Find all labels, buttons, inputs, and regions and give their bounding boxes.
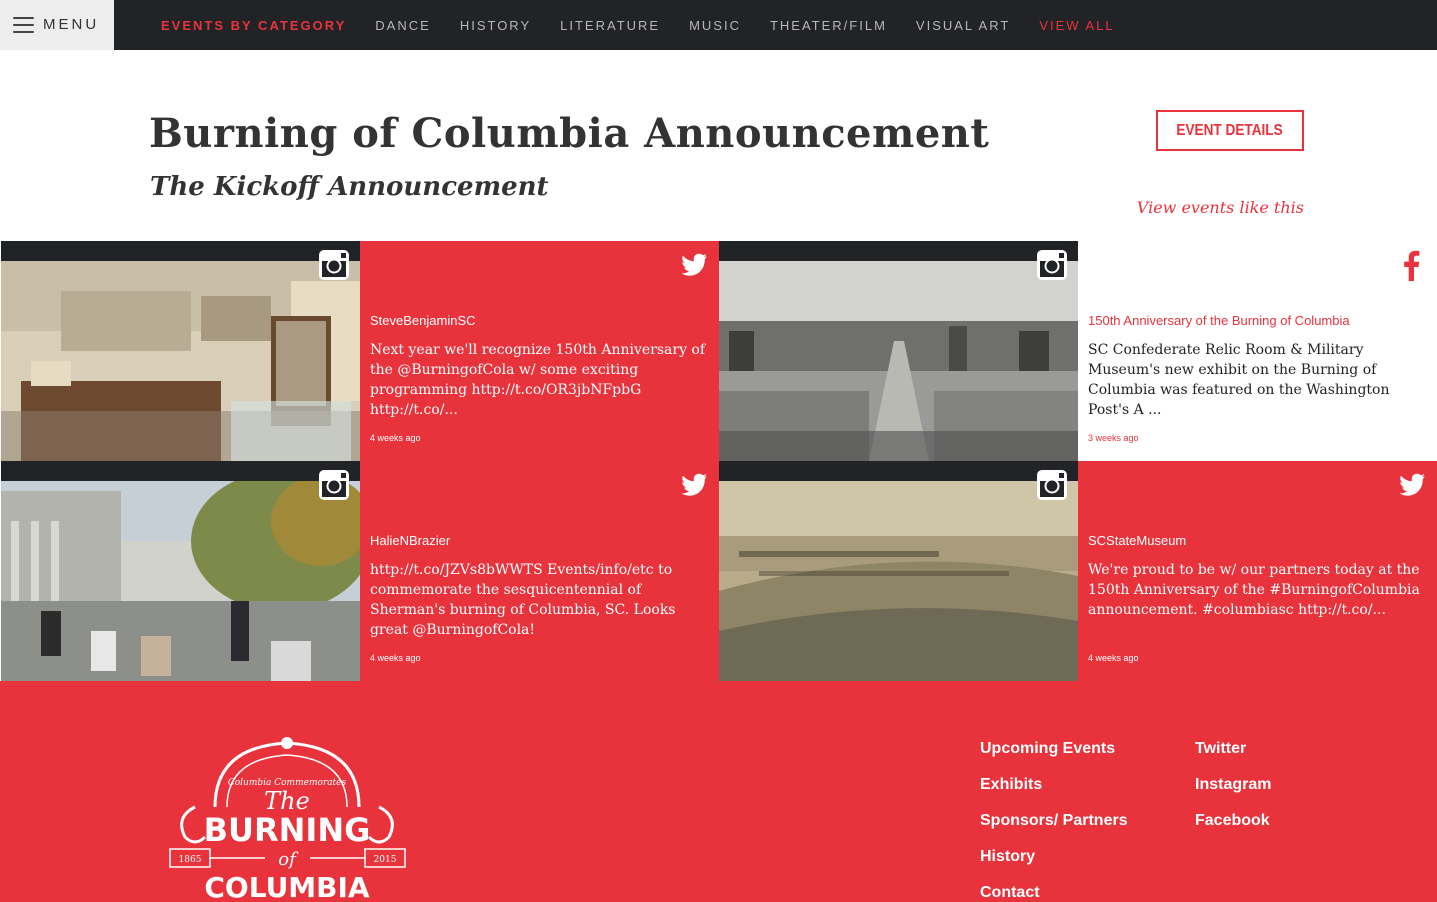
nav-history[interactable]: HISTORY [460,18,531,33]
facebook-post[interactable]: 150th Anniversary of the Burning of Colu… [1078,241,1437,461]
historic-engraving-photo [719,481,1078,681]
twitter-icon[interactable] [677,469,709,501]
footer-links-site: Upcoming Events Exhibits Sponsors/ Partn… [980,741,1128,902]
press-event-photo [1,481,360,681]
instagram-post[interactable] [719,241,1078,461]
twitter-icon[interactable] [677,249,709,281]
post-author[interactable]: HalieNBrazier [370,533,450,548]
instagram-icon[interactable] [318,469,350,501]
nav-visual-art[interactable]: VISUAL ART [916,18,1010,33]
logo-columbia: COLUMBIA [204,871,370,902]
post-timestamp: 3 weeks ago [1088,433,1139,443]
event-details-label: EVENT DETAILS [1176,121,1284,139]
post-body: Next year we'll recognize 150th Annivers… [370,342,706,418]
nav-music[interactable]: MUSIC [689,18,741,33]
ruins-historic-photo [719,261,1078,461]
instagram-icon[interactable] [318,249,350,281]
page-subtitle: The Kickoff Announcement [150,172,549,202]
menu-label: MENU [43,16,100,33]
logo-year-left: 1865 [179,855,202,865]
nav-events-by-category[interactable]: EVENTS BY CATEGORY [161,18,346,33]
burning-of-columbia-logo[interactable]: Columbia Commemorates The BURNING 1865 2… [165,737,410,902]
logo-burning: BURNING [204,811,371,849]
post-author[interactable]: 150th Anniversary of the Burning of Colu… [1088,313,1350,328]
twitter-icon[interactable] [1395,469,1427,501]
post-body: We're proud to be w/ our partners today … [1088,562,1420,618]
logo-of: of [278,849,299,870]
post-timestamp: 4 weeks ago [370,653,421,663]
nav-theater-film[interactable]: THEATER/FILM [770,18,887,33]
museum-exhibit-photo [1,261,360,461]
facebook-icon[interactable] [1401,249,1421,281]
category-nav: EVENTS BY CATEGORY DANCE HISTORY LITERAT… [161,0,1144,50]
post-body: http://t.co/JZVs8bWWTS Events/info/etc t… [370,562,676,638]
footer-link-twitter[interactable]: Twitter [1195,741,1271,777]
footer-link-sponsors-partners[interactable]: Sponsors/ Partners [980,813,1128,849]
footer-link-facebook[interactable]: Facebook [1195,813,1271,849]
event-details-button[interactable]: EVENT DETAILS [1156,110,1304,151]
footer-link-history[interactable]: History [980,849,1128,885]
footer-link-contact[interactable]: Contact [980,885,1128,902]
post-author[interactable]: SteveBenjaminSC [370,313,476,328]
page-title: Burning of Columbia Announcement [149,110,990,157]
footer-links-social: Twitter Instagram Facebook [1195,741,1271,849]
view-events-like-this-link[interactable]: View events like this [1137,198,1304,217]
footer-link-exhibits[interactable]: Exhibits [980,777,1128,813]
post-author[interactable]: SCStateMuseum [1088,533,1186,548]
instagram-post[interactable] [719,461,1078,681]
nav-view-all[interactable]: VIEW ALL [1039,18,1114,33]
post-timestamp: 4 weeks ago [370,433,421,443]
menu-button[interactable]: MENU [0,0,114,50]
top-nav: MENU EVENTS BY CATEGORY DANCE HISTORY LI… [0,0,1437,50]
twitter-post[interactable]: HalieNBrazier http://t.co/JZVs8bWWTS Eve… [360,461,719,681]
instagram-icon[interactable] [1036,249,1068,281]
instagram-post[interactable] [1,241,360,461]
logo-year-right: 2015 [374,855,397,865]
post-timestamp: 4 weeks ago [1088,653,1139,663]
twitter-post[interactable]: SCStateMuseum We're proud to be w/ our p… [1078,461,1437,681]
instagram-icon[interactable] [1036,469,1068,501]
footer-link-upcoming-events[interactable]: Upcoming Events [980,741,1128,777]
post-body: SC Confederate Relic Room & Military Mus… [1088,342,1390,418]
hamburger-icon [13,17,34,33]
nav-literature[interactable]: LITERATURE [560,18,660,33]
footer: Columbia Commemorates The BURNING 1865 2… [0,681,1437,902]
instagram-post[interactable] [1,461,360,681]
footer-link-instagram[interactable]: Instagram [1195,777,1271,813]
nav-dance[interactable]: DANCE [375,18,431,33]
twitter-post[interactable]: SteveBenjaminSC Next year we'll recogniz… [360,241,719,461]
